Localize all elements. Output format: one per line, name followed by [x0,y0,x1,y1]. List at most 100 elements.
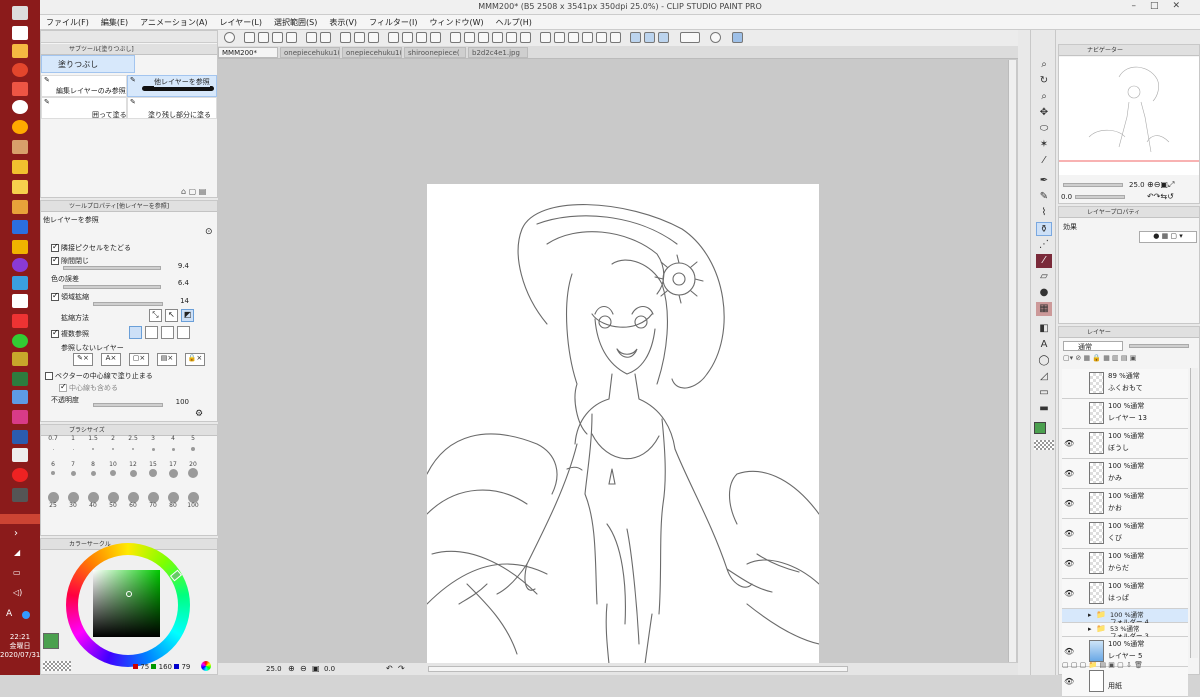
toolbar-transparent[interactable] [1034,440,1054,450]
ref-folder-icon[interactable] [177,326,190,339]
snap6-icon[interactable] [554,32,565,43]
start-icon[interactable] [12,6,28,20]
navigator-zoom-slider[interactable] [1063,183,1123,187]
decoration-icon[interactable]: ⁄ [1036,254,1052,268]
special-ruler-icon[interactable] [644,32,655,43]
snap10-icon[interactable] [610,32,621,43]
subtool-group-tab[interactable]: 塗りつぶし [41,55,135,73]
exclude-text-icon[interactable]: A× [101,353,121,366]
app-icon[interactable] [12,276,28,290]
undo-icon[interactable] [306,32,317,43]
visibility-eye-icon[interactable]: 👁 [1064,589,1074,598]
app-icon[interactable] [12,410,28,424]
heart-icon[interactable] [12,468,28,482]
navigator-angle-value[interactable]: 0.0 [1061,193,1072,201]
tab-document[interactable]: onepiecehuku1( [280,47,340,58]
app-icon[interactable] [12,160,28,174]
option-vector-stop[interactable]: ベクターの中心線で塗り止まる [45,371,153,381]
app-icon[interactable] [12,258,28,272]
brush-size-dot[interactable] [147,491,159,503]
subtool-panel-buttons[interactable]: ⌂ ▢ ▤ [181,187,206,196]
layer-thumbnail[interactable] [1089,640,1104,662]
layer-folder[interactable]: ▸ 📁 100 %通常 フォルダー 4 [1062,609,1188,626]
frame-tool-icon[interactable]: ◿ [1036,370,1052,384]
navigator-zoom-icons[interactable]: ⊕⊖▣⤢ [1147,180,1174,190]
layer-thumbnail[interactable] [1089,372,1104,394]
crop-icon[interactable] [430,32,441,43]
brush-size-dot[interactable] [70,470,76,476]
app-icon[interactable] [12,390,28,404]
snap-icon[interactable] [478,32,489,43]
snap9-icon[interactable] [596,32,607,43]
blend-mode-select[interactable]: 通常 [1063,341,1123,351]
app-icon[interactable] [12,352,28,366]
navigator-angle-slider[interactable] [1075,195,1125,199]
balloon-tool-icon[interactable]: ◯ [1036,354,1052,368]
color-margin-value[interactable]: 6.4 [165,279,189,287]
app-icon[interactable] [12,240,28,254]
brush-size-dot[interactable] [191,447,195,451]
snap3-icon[interactable] [506,32,517,43]
app-icon[interactable] [12,180,28,194]
blend-icon[interactable]: ● [1036,286,1052,300]
gradient-pattern-icon[interactable]: ▦ [1036,302,1052,316]
tab-document[interactable]: MMM200* [218,47,278,58]
snap2-icon[interactable] [492,32,503,43]
option-expand[interactable]: 領域拡縮 [51,291,89,302]
checkbox[interactable] [51,328,59,338]
status-angle[interactable]: 0.0 [324,665,335,673]
visibility-eye-icon[interactable]: 👁 [1064,469,1074,478]
battery-icon[interactable]: ▭ [13,568,21,577]
layer-thumbnail[interactable] [1089,552,1104,574]
visibility-eye-icon[interactable]: 👁 [1064,647,1074,656]
ruler-snap-icon[interactable] [630,32,641,43]
checkbox[interactable] [45,372,53,380]
brush-size-dot[interactable] [52,448,54,450]
grid-icon[interactable] [464,32,475,43]
menu-window[interactable]: ウィンドウ(W) [424,15,490,28]
operation-tool-icon[interactable]: ⌕ [1036,90,1052,104]
expand-method-rect-icon[interactable]: ⤡ [149,309,162,322]
eraser-icon[interactable]: ▱ [1036,270,1052,284]
app-icon[interactable] [12,314,28,328]
brush-size-dot[interactable] [151,447,155,451]
transform-icon[interactable] [368,32,379,43]
airbrush-icon[interactable]: ⋰ [1036,238,1052,252]
panel-collapse-bar[interactable] [41,31,217,43]
brush-size-dot[interactable] [171,447,175,451]
snap4-icon[interactable] [520,32,531,43]
opacity-value[interactable]: 100 [165,398,189,406]
checkbox[interactable] [51,255,59,265]
app-icon[interactable] [12,448,28,462]
zoom-out-icon[interactable]: ⊖ [300,664,307,673]
help-icon[interactable] [710,32,721,43]
explorer-icon[interactable] [12,44,28,58]
menu-edit[interactable]: 編集(E) [95,15,134,28]
correct-line-icon[interactable]: ▬ [1036,402,1052,416]
brush-size-dot[interactable] [67,491,79,503]
visibility-eye-icon[interactable]: 👁 [1064,529,1074,538]
brush-size-dot[interactable] [187,491,199,503]
subtool-item-unfilled[interactable]: ✎ 塗り残し部分に塗る [127,97,217,119]
magnifier-icon[interactable]: ⊙ [205,227,213,237]
brush-tool-icon[interactable]: ⌇ [1036,206,1052,220]
grid-snap-icon[interactable] [658,32,669,43]
option-include-center[interactable]: 中心線も含める [59,382,118,393]
clip-studio-icon[interactable] [224,32,235,43]
exclude-lock-icon[interactable]: 🔒× [185,353,205,366]
pen-tool-icon[interactable]: ✒ [1036,174,1052,188]
tab-document[interactable]: shiroonepiece( [404,47,466,58]
layer-thumbnail[interactable] [1089,432,1104,454]
open-icon[interactable] [258,32,269,43]
brush-size-dot[interactable] [72,448,74,450]
navigator-rotate-icons[interactable]: ↶↷⇆↺ [1147,192,1174,201]
vertical-scrollbar[interactable] [1008,60,1016,662]
tab-document[interactable]: b2d2c4e1.jpg [468,47,528,58]
app-icon[interactable] [12,334,28,348]
expand-slider[interactable] [93,302,163,306]
layer-row[interactable]: 100 %通常 レイヤー 13 [1062,399,1188,429]
auto-select-icon[interactable]: ✶ [1036,138,1052,152]
move-tool-icon[interactable]: ↻ [1036,74,1052,88]
menu-help[interactable]: ヘルプ(H) [490,15,538,28]
csp-icon[interactable] [12,100,28,114]
